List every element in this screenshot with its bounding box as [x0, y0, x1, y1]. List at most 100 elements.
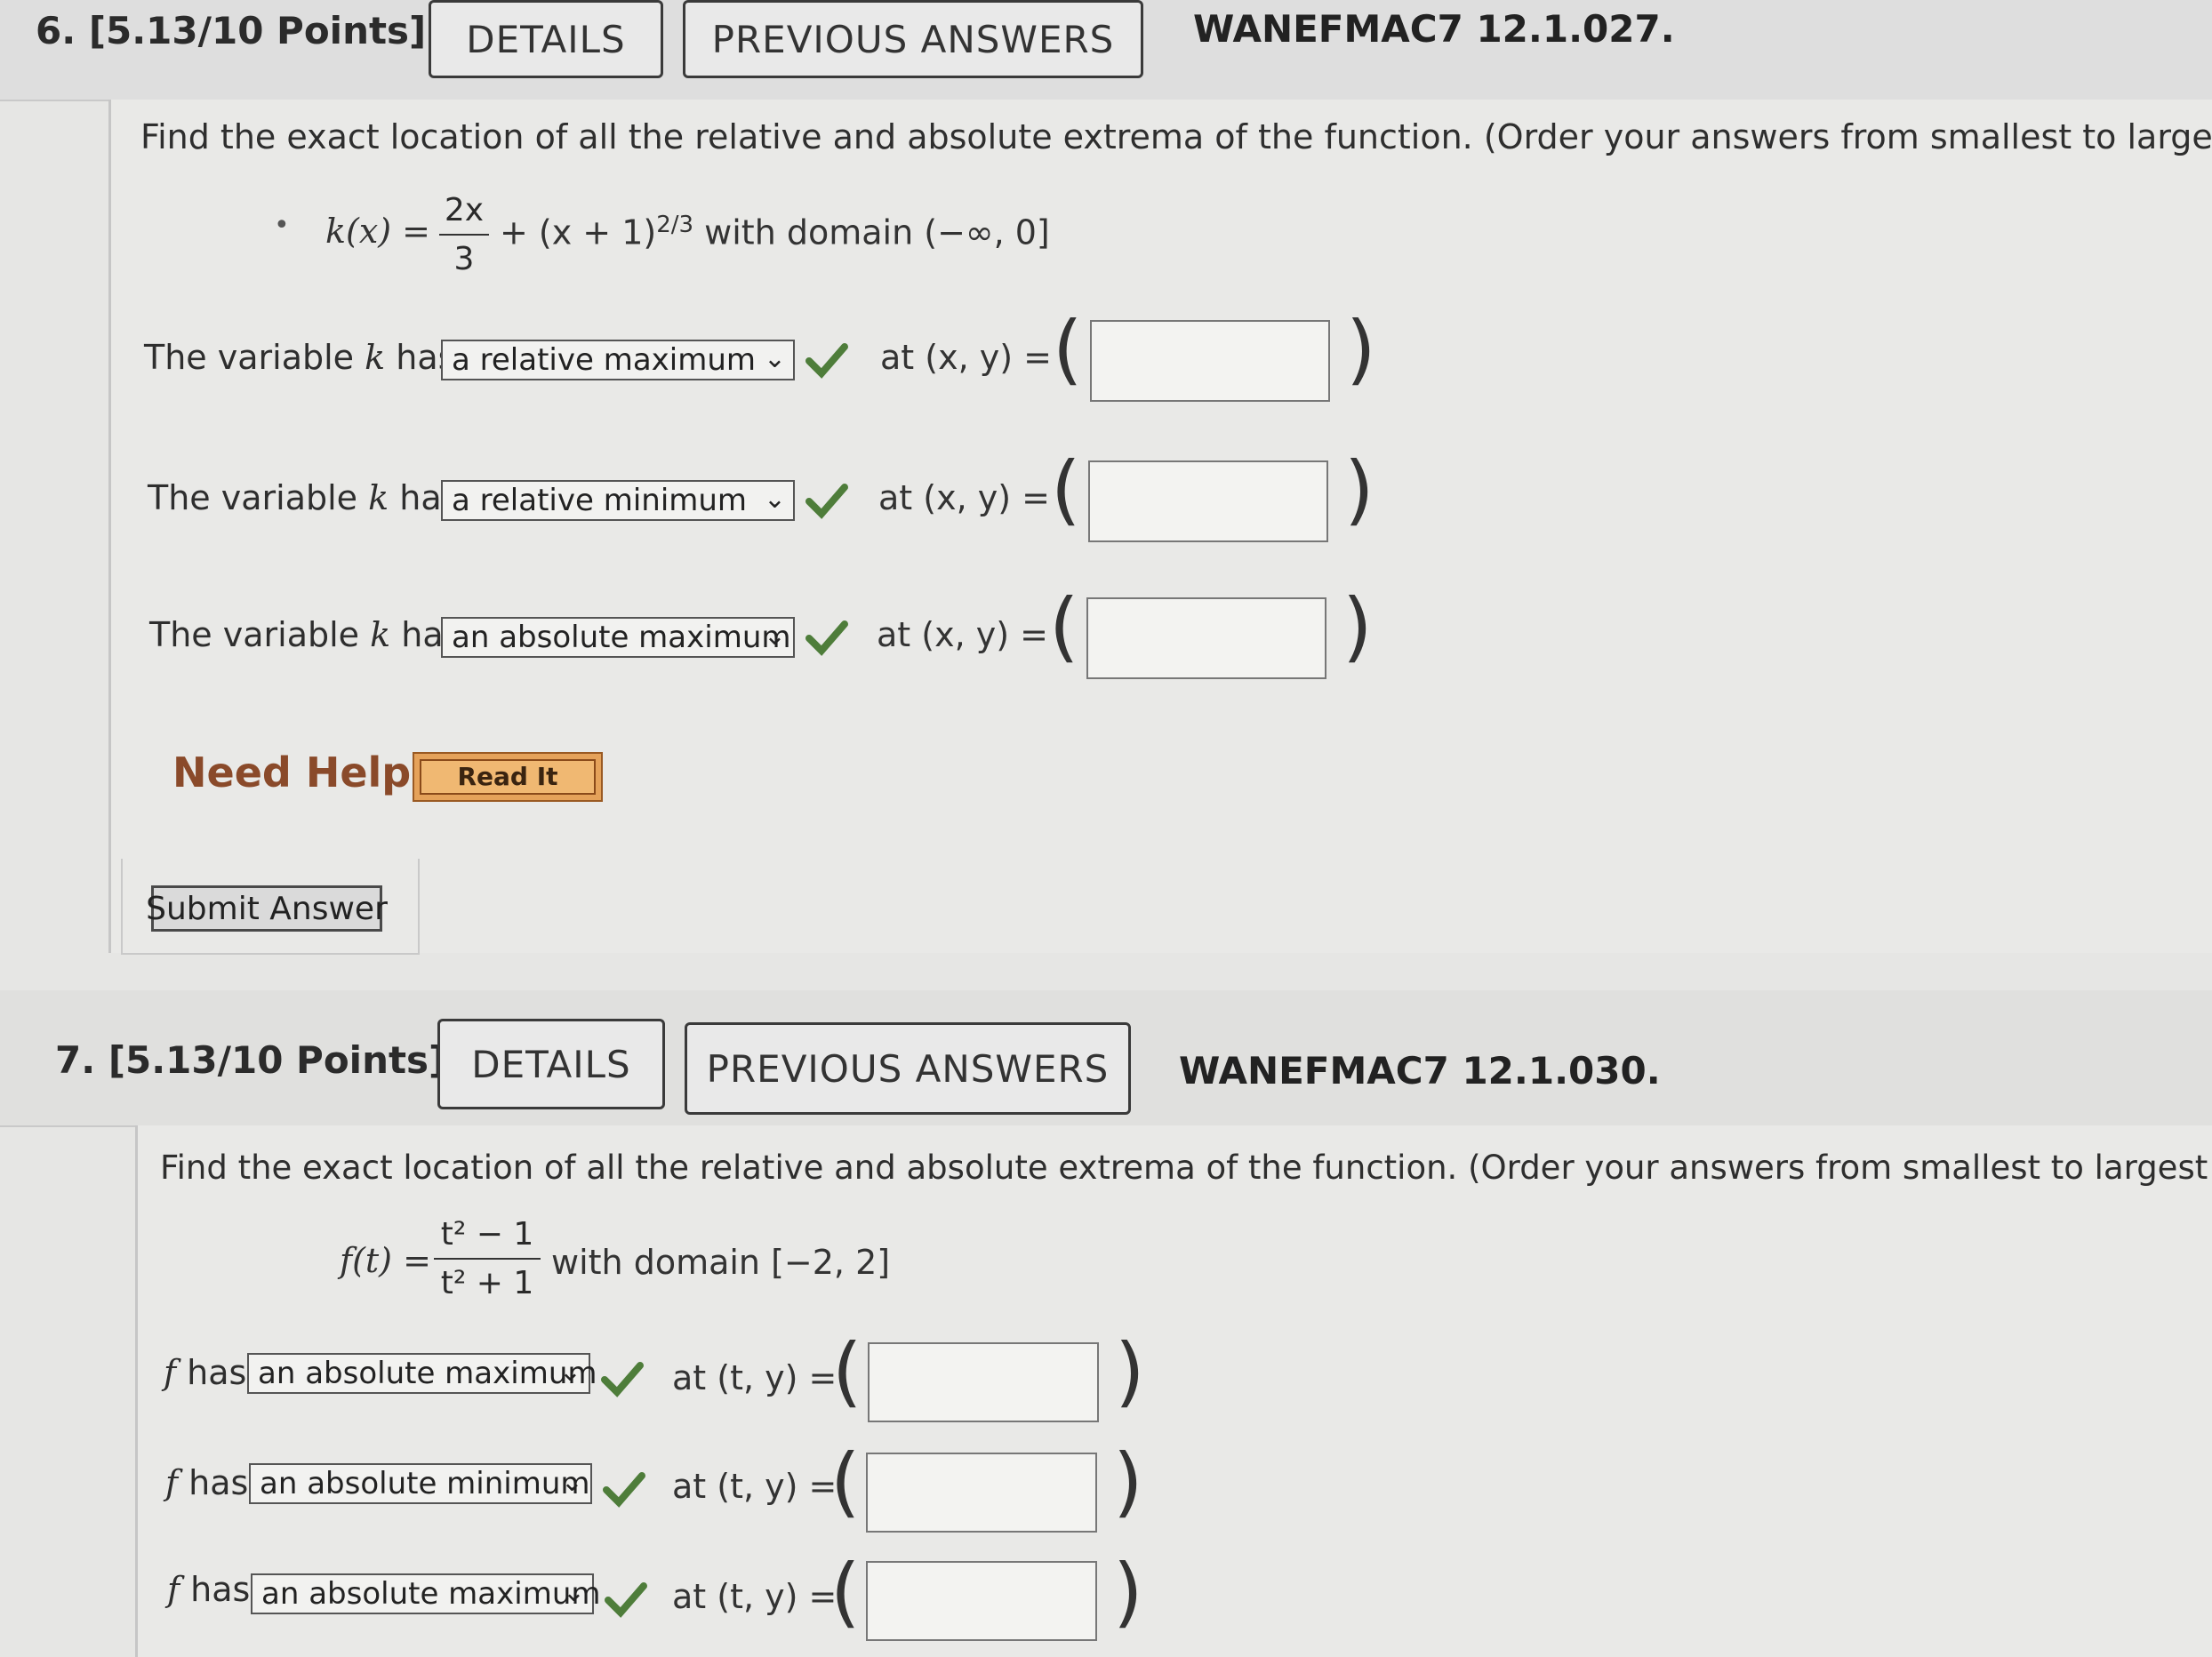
right-paren: ) — [1113, 1548, 1143, 1637]
right-paren: ) — [1342, 582, 1373, 671]
q6-row-2-pre: The variable — [148, 478, 369, 517]
q6-row-3-selected: an absolute maximum — [452, 620, 791, 655]
q7-row-2-selected: an absolute minimum — [260, 1466, 590, 1501]
right-paren: ) — [1344, 445, 1374, 534]
check-icon — [805, 620, 848, 656]
q7-problem-code: WANEFMAC7 12.1.030. — [1179, 1049, 1661, 1093]
chevron-down-icon: ⌄ — [558, 1357, 581, 1388]
chevron-down-icon: ⌄ — [560, 1467, 583, 1498]
q7-previous-answers-label: PREVIOUS ANSWERS — [706, 1046, 1110, 1091]
q6-problem-code: WANEFMAC7 12.1.027. — [1193, 7, 1675, 51]
q7-row-3-post: has — [180, 1570, 251, 1609]
q6-function-lhs: k(x) = — [325, 212, 430, 251]
chevron-down-icon: ⌄ — [763, 343, 786, 374]
right-paren: ) — [1115, 1327, 1145, 1416]
q6-details-label: DETAILS — [466, 17, 626, 61]
q7-row-2-label: f has — [165, 1463, 248, 1502]
q7-row-3-answer-input[interactable] — [866, 1561, 1097, 1641]
q7-row-1-var: f — [164, 1353, 177, 1392]
q6-row-3-label: The variable k has — [149, 615, 461, 654]
q6-details-tab[interactable]: DETAILS — [429, 0, 663, 78]
q6-prompt: Find the exact location of all the relat… — [140, 117, 2212, 156]
q7-row-2-select[interactable]: an absolute minimum ⌄ — [249, 1463, 592, 1504]
left-paren: ( — [830, 1548, 861, 1637]
q7-row-3-selected: an absolute maximum — [261, 1576, 601, 1612]
q7-row-3-select[interactable]: an absolute maximum ⌄ — [251, 1573, 601, 1614]
q6-row-1-label: The variable k has — [144, 338, 455, 377]
q7-row-1-answer-input[interactable] — [868, 1342, 1099, 1422]
q7-row-2-post: has — [178, 1463, 249, 1502]
q6-row-1-answer-input[interactable] — [1090, 320, 1330, 402]
need-help-label: Need Help? — [172, 748, 435, 796]
q6-row-1-at-label: at (x, y) = — [880, 338, 1052, 377]
q6-row-3-answer-input[interactable] — [1086, 597, 1326, 679]
q7-row-3-label: f has — [167, 1570, 250, 1609]
q6-row-2-at-label: at (x, y) = — [878, 478, 1050, 517]
q6-func-rest: + (x + 1) — [500, 212, 657, 252]
q7-prompt-pre: Find the exact location of all the relat… — [160, 1149, 2212, 1187]
q7-row-3-var: f — [167, 1570, 180, 1609]
left-paren: ( — [1053, 305, 1083, 394]
q6-row-2-selected: a relative minimum — [452, 483, 748, 518]
q6-func-domain: with domain (−∞, 0] — [704, 212, 1050, 252]
q6-previous-answers-label: PREVIOUS ANSWERS — [711, 17, 1115, 61]
read-it-label: Read It — [420, 759, 596, 795]
bullet-dot: • — [274, 210, 290, 241]
q6-row-2-var: k — [368, 478, 389, 517]
q6-func-exp: 2/3 — [656, 212, 694, 238]
right-paren: ) — [1113, 1437, 1143, 1526]
left-paren: ( — [1051, 445, 1081, 534]
q7-func-den: t² + 1 — [440, 1265, 534, 1301]
q6-function-rest: + (x + 1)2/3 with domain (−∞, 0] — [500, 212, 1050, 252]
q6-row-3-at-label: at (x, y) = — [877, 615, 1048, 654]
q7-row-1-label: f has — [164, 1353, 246, 1392]
right-paren: ) — [1346, 305, 1376, 394]
q6-row-1-select[interactable]: a relative maximum ⌄ — [441, 340, 795, 380]
q7-row-2-var: f — [165, 1463, 179, 1502]
left-paren: ( — [1049, 582, 1079, 671]
read-it-button[interactable]: Read It — [413, 752, 603, 802]
q7-func-lhs-text: f(t) = — [340, 1241, 431, 1280]
q6-func-lhs-text: k(x) = — [325, 212, 431, 251]
q6-row-3-pre: The variable — [149, 615, 371, 654]
q7-function-fraction: t² − 1 t² + 1 — [434, 1216, 541, 1301]
q6-row-2-label: The variable k has — [148, 478, 459, 517]
q6-func-den: 3 — [453, 241, 475, 277]
q6-points: [5.13/10 Points] — [88, 9, 427, 52]
q7-row-1-select[interactable]: an absolute maximum ⌄ — [247, 1353, 597, 1394]
q6-number-text: 6. — [36, 9, 76, 52]
q7-row-2-answer-input[interactable] — [866, 1453, 1097, 1533]
q6-row-1-var: k — [365, 338, 386, 377]
check-icon — [805, 343, 848, 379]
q6-row-3-select[interactable]: an absolute maximum ⌄ — [441, 617, 795, 658]
q7-number: 7. [5.13/10 Points] — [55, 1038, 445, 1082]
q6-row-1-pre: The variable — [144, 338, 365, 377]
check-icon — [603, 1472, 645, 1508]
submit-answer-label: Submit Answer — [146, 890, 388, 927]
chevron-down-icon: ⌄ — [562, 1577, 585, 1608]
q7-function-domain: with domain [−2, 2] — [551, 1243, 891, 1282]
check-icon — [601, 1362, 644, 1397]
left-paren: ( — [830, 1437, 861, 1526]
check-icon — [605, 1582, 647, 1618]
q6-func-num: 2x — [439, 192, 489, 236]
q6-row-2-answer-input[interactable] — [1088, 460, 1328, 542]
q6-row-2-select[interactable]: a relative minimum ⌄ — [441, 480, 795, 521]
q6-row-1-selected: a relative maximum — [452, 342, 757, 378]
q7-prompt: Find the exact location of all the relat… — [160, 1149, 2212, 1187]
q6-function-fraction: 2x 3 — [439, 192, 489, 277]
q7-details-label: DETAILS — [471, 1042, 631, 1086]
left-paren: ( — [832, 1327, 862, 1416]
q7-previous-answers-tab[interactable]: PREVIOUS ANSWERS — [685, 1022, 1131, 1115]
chevron-down-icon: ⌄ — [763, 620, 786, 652]
q7-row-1-selected: an absolute maximum — [258, 1356, 597, 1391]
check-icon — [805, 484, 848, 519]
q7-points: [5.13/10 Points] — [108, 1038, 446, 1082]
q7-row-1-post: has — [176, 1353, 247, 1392]
q6-prompt-pre: Find the exact location of all the relat… — [140, 117, 2212, 156]
q7-row-3-at-label: at (t, y) = — [672, 1577, 838, 1616]
q7-details-tab[interactable]: DETAILS — [437, 1019, 665, 1109]
submit-answer-button[interactable]: Submit Answer — [146, 885, 388, 932]
q6-previous-answers-tab[interactable]: PREVIOUS ANSWERS — [683, 0, 1143, 78]
q6-number: 6. [5.13/10 Points] — [36, 9, 426, 52]
